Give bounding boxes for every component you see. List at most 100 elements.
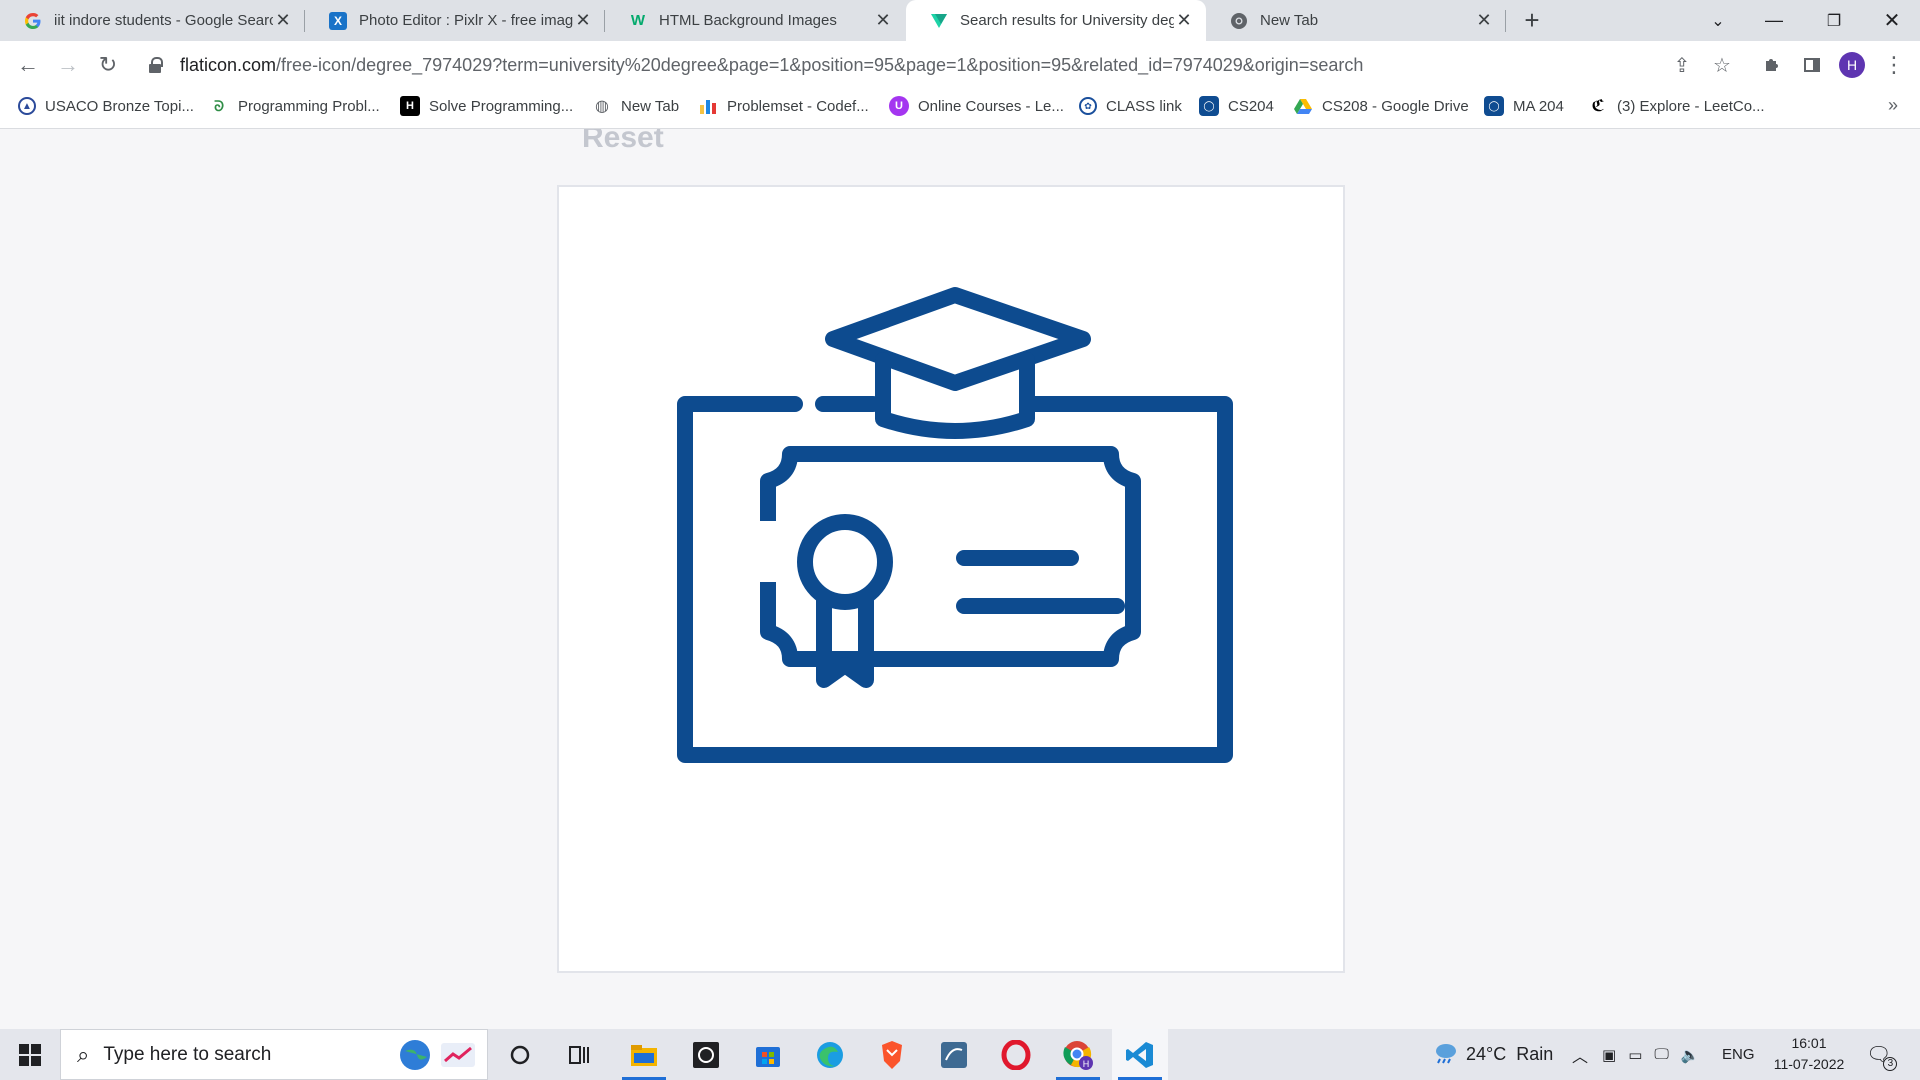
vscode-icon[interactable] — [1112, 1029, 1168, 1080]
back-arrow-icon[interactable]: ← — [12, 49, 44, 81]
pixlr-icon: X — [329, 11, 347, 30]
reset-button[interactable]: Reset — [582, 129, 664, 155]
tab-flaticon-search[interactable]: Search results for University degree ✕ — [906, 0, 1206, 41]
tab-title: New Tab — [1260, 12, 1319, 29]
close-icon[interactable]: ✕ — [1174, 10, 1194, 31]
taskbar-search-placeholder: Type here to search — [103, 1043, 272, 1065]
battery-icon[interactable]: ▭ — [1628, 1046, 1642, 1064]
bookmark-label: (3) Explore - LeetCo... — [1617, 97, 1765, 115]
bookmark-label: Online Courses - Le... — [918, 97, 1064, 115]
mysql-workbench-icon[interactable] — [926, 1029, 982, 1080]
taskbar-search-input[interactable]: ⌕ Type here to search — [60, 1029, 488, 1080]
class-icon: ✿ — [1079, 97, 1097, 115]
address-bar[interactable]: flaticon.com/free-icon/degree_7974029?te… — [136, 46, 1736, 84]
bookmarks-bar: ▲ USACO Bronze Topi... ᘐ Programming Pro… — [0, 89, 1920, 129]
w3schools-icon: W — [630, 12, 646, 29]
task-view-icon[interactable] — [552, 1029, 608, 1080]
star-icon[interactable]: ☆ — [1706, 49, 1738, 81]
file-explorer-icon[interactable] — [616, 1029, 672, 1080]
bookmark-geeksforgeeks[interactable]: ᘐ Programming Probl... — [209, 89, 380, 123]
extensions-puzzle-icon[interactable] — [1756, 49, 1788, 81]
close-icon[interactable]: ✕ — [1474, 10, 1494, 31]
edge-icon[interactable] — [802, 1029, 858, 1080]
google-drive-icon — [1293, 96, 1313, 116]
profile-avatar[interactable]: H — [1839, 52, 1865, 78]
bookmark-class-link[interactable]: ✿ CLASS link — [1079, 89, 1182, 123]
tab-new-tab[interactable]: New Tab ✕ — [1206, 0, 1506, 41]
cortana-icon[interactable] — [492, 1029, 548, 1080]
bookmark-ma204[interactable]: ◯ MA 204 — [1484, 89, 1564, 123]
bookmark-codeforces[interactable]: Problemset - Codef... — [698, 89, 869, 123]
rain-cloud-icon — [1432, 1041, 1458, 1069]
bookmark-hackerrank[interactable]: H Solve Programming... — [400, 89, 573, 123]
tab-pixlr[interactable]: X Photo Editor : Pixlr X - free image ed… — [305, 0, 605, 41]
bookmark-label: CLASS link — [1106, 97, 1182, 115]
restore-button[interactable]: ❐ — [1806, 0, 1862, 41]
bookmark-label: CS204 — [1228, 97, 1274, 115]
bookmark-cs204[interactable]: ◯ CS204 — [1199, 89, 1274, 123]
bookmark-label: Solve Programming... — [429, 97, 574, 115]
tab-title: iit indore students - Google Search — [54, 12, 273, 29]
clock-time: 16:01 — [1791, 1035, 1827, 1051]
show-hidden-icons-chevron-up-icon[interactable]: ︿ — [1572, 1029, 1588, 1080]
network-icon[interactable]: 🖵 — [1654, 1046, 1668, 1063]
bookmark-new-tab[interactable]: ◍ New Tab — [592, 89, 679, 123]
bookmark-leetcode[interactable]: ℭ (3) Explore - LeetCo... — [1588, 89, 1765, 123]
close-window-button[interactable]: ✕ — [1864, 0, 1920, 41]
bookmark-cs208-drive[interactable]: CS208 - Google Drive — [1293, 89, 1469, 123]
forward-arrow-icon[interactable]: → — [52, 49, 84, 81]
reload-icon[interactable]: ↻ — [92, 49, 124, 81]
geeksforgeeks-icon: ᘐ — [214, 97, 224, 114]
tab-title: Search results for University degree — [960, 12, 1174, 29]
share-icon[interactable]: ⇪ — [1666, 49, 1698, 81]
tray-icons: ▣ ▭ 🖵 🔈 — [1602, 1029, 1700, 1080]
language-indicator[interactable]: ENG — [1722, 1029, 1755, 1080]
url-host: flaticon.com — [180, 54, 277, 75]
lock-icon[interactable] — [148, 57, 164, 73]
url-path: /free-icon/degree_7974029?term=universit… — [276, 54, 1364, 75]
weather-text: 24°C Rain — [1466, 1044, 1554, 1064]
bookmark-label: CS208 - Google Drive — [1322, 97, 1469, 115]
taskbar-clock[interactable]: 16:01 11-07-2022 — [1764, 1033, 1854, 1075]
svg-text:H: H — [1083, 1059, 1090, 1069]
bookmark-label: MA 204 — [1513, 97, 1564, 115]
tab-strip: iit indore students - Google Search ✕ X … — [0, 0, 1920, 41]
close-icon[interactable]: ✕ — [573, 10, 593, 31]
minimize-button[interactable]: — — [1746, 0, 1802, 41]
notification-icon: 🗨 3 — [1866, 1042, 1898, 1071]
search-icon: ⌕ — [77, 1041, 90, 1067]
opera-icon[interactable] — [988, 1029, 1044, 1080]
tab-html-background-images[interactable]: W HTML Background Images ✕ — [605, 0, 905, 41]
bookmark-usaco[interactable]: ▲ USACO Bronze Topi... — [18, 89, 194, 123]
clock-date: 11-07-2022 — [1773, 1056, 1845, 1072]
brave-icon[interactable] — [864, 1029, 920, 1080]
obs-studio-icon[interactable] — [678, 1029, 734, 1080]
tab-title: HTML Background Images — [659, 12, 837, 29]
bookmark-udemy[interactable]: U Online Courses - Le... — [889, 89, 1064, 123]
bookmark-label: Problemset - Codef... — [727, 97, 869, 115]
udemy-icon: U — [889, 96, 909, 116]
close-icon[interactable]: ✕ — [873, 10, 893, 31]
close-icon[interactable]: ✕ — [273, 10, 293, 31]
meet-now-icon[interactable]: ▣ — [1602, 1046, 1616, 1064]
notifications-button[interactable]: 🗨 3 — [1866, 1029, 1898, 1080]
moodle-icon: ◯ — [1484, 96, 1504, 116]
windows-start-icon[interactable] — [0, 1029, 60, 1080]
browser-toolbar: ← → ↻ flaticon.com/free-icon/degree_7974… — [0, 41, 1920, 89]
chrome-taskbar-icon[interactable]: H — [1050, 1029, 1106, 1080]
new-tab-button[interactable]: + — [1516, 0, 1548, 41]
weather-widget[interactable]: 24°C Rain — [1432, 1029, 1553, 1080]
more-bookmarks-chevron-icon[interactable]: » — [1888, 95, 1898, 116]
bookmark-label: New Tab — [621, 97, 680, 115]
side-panel-icon[interactable] — [1796, 49, 1828, 81]
tab-search-chevron-down-icon[interactable]: ⌄ — [1690, 0, 1746, 41]
more-menu-icon[interactable]: ⋮ — [1878, 49, 1910, 81]
volume-icon[interactable]: 🔈 — [1681, 1046, 1700, 1064]
chrome-icon — [1230, 12, 1248, 30]
usaco-icon: ▲ — [18, 97, 36, 115]
microsoft-store-icon[interactable] — [740, 1029, 796, 1080]
tab-google-search[interactable]: iit indore students - Google Search ✕ — [0, 0, 305, 41]
url-text[interactable]: flaticon.com/free-icon/degree_7974029?te… — [180, 55, 1363, 76]
moodle-icon: ◯ — [1199, 96, 1219, 116]
windows-taskbar: ⌕ Type here to search H 24°C Rain ︿ ▣ ▭ … — [0, 1029, 1920, 1080]
